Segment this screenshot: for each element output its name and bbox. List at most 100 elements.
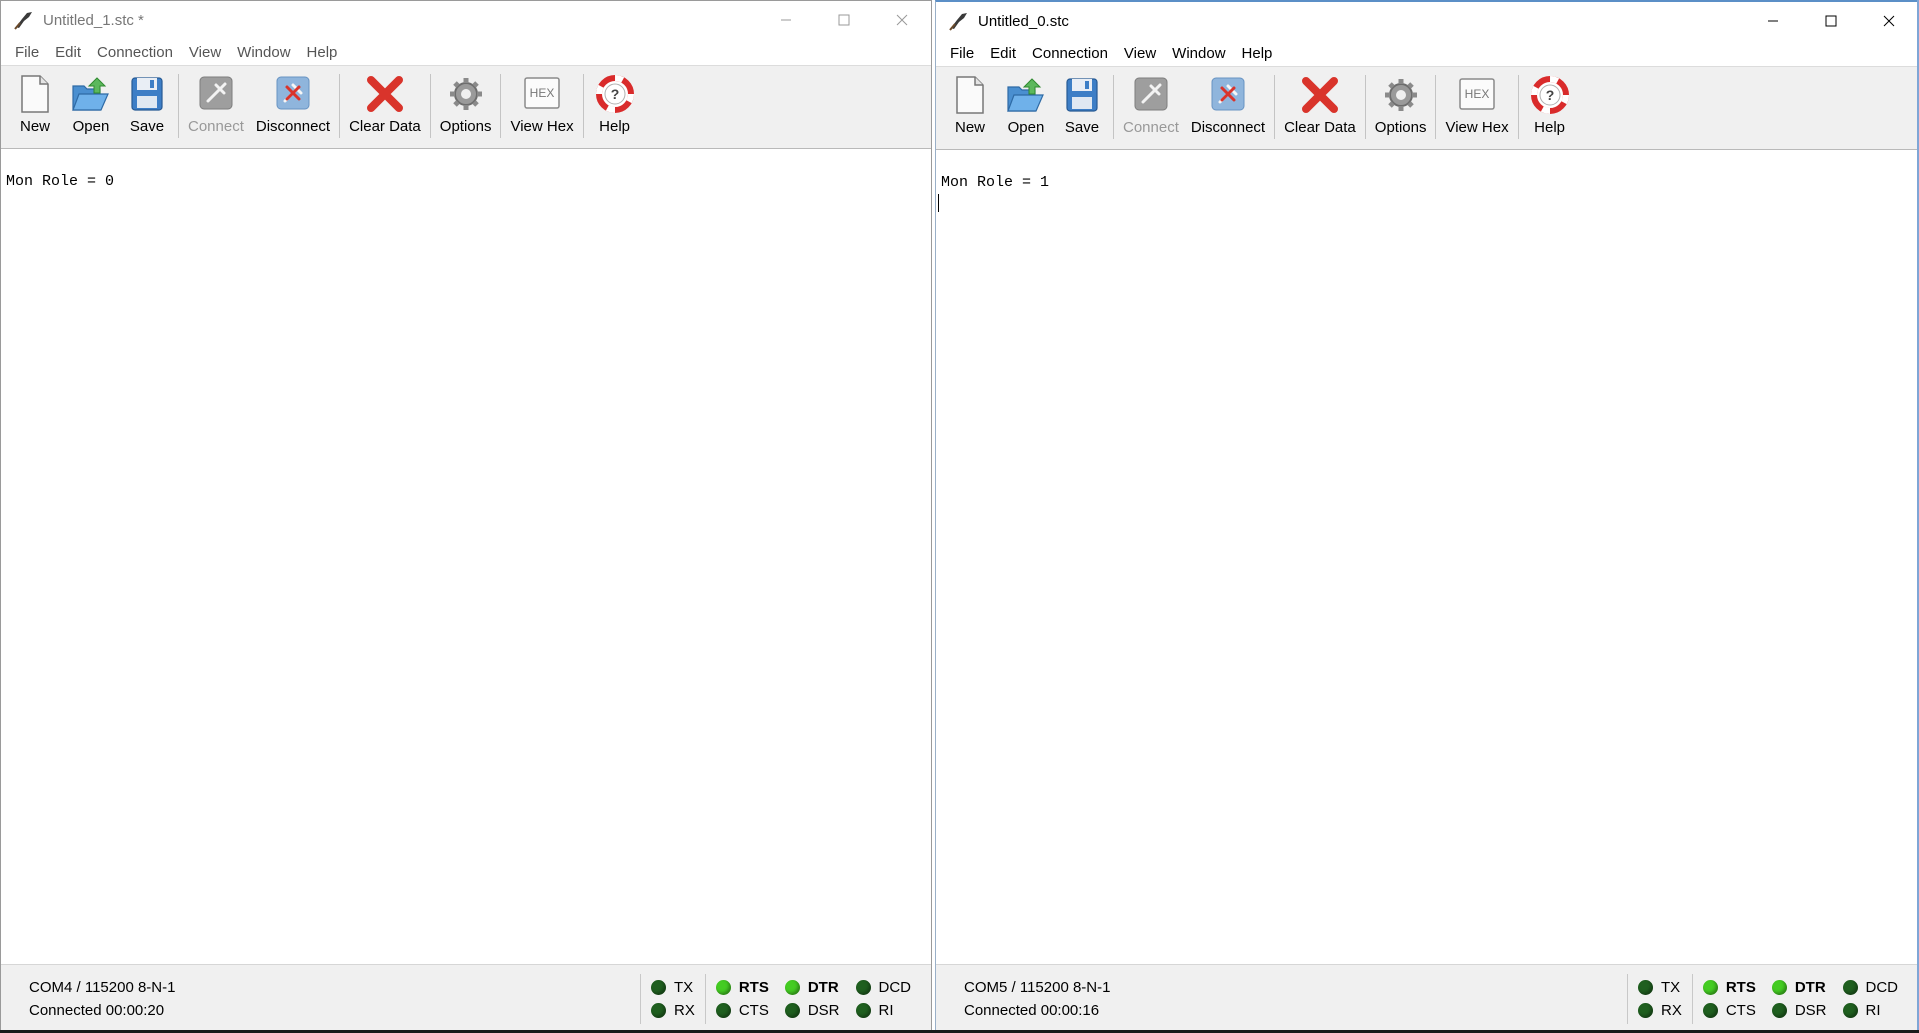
open-button[interactable]: Open [63,66,119,148]
menu-edit[interactable]: Edit [982,45,1024,62]
ri-led-icon [1842,1002,1858,1018]
minimize-icon [1768,20,1778,22]
toolbar-separator [178,74,179,138]
hex-icon-label: HEX [1465,87,1490,101]
toolbar-separator [1274,75,1276,139]
toolbar-separator [1435,75,1437,139]
title-bar[interactable]: Untitled_0.stc [936,2,1918,40]
options-button[interactable]: Options [1369,67,1433,149]
disconnect-button[interactable]: Disconnect [1185,67,1271,149]
connect-plug-icon [194,72,238,116]
save-disk-icon [125,72,169,116]
menu-connection[interactable]: Connection [89,44,181,61]
new-button[interactable]: New [942,67,998,149]
connection-time: Connected 00:00:20 [29,1001,165,1019]
menu-view[interactable]: View [181,44,229,61]
toolbar-button-label: Open [72,118,110,135]
ri-indicator: RI [855,1001,912,1019]
hex-icon-label: HEX [530,86,555,100]
minimize-button[interactable] [1744,2,1802,40]
connection-status: COM4 / 115200 8-N-1 Connected 00:00:20 [11,976,640,1022]
terminal-output: Mon Role = 1 [941,174,1050,191]
terminal-area[interactable]: Mon Role = 1 [936,150,1918,964]
rx-indicator: RX [1637,1001,1682,1019]
dsr-indicator: DSR [784,1001,840,1019]
dtr-indicator[interactable]: DTR [1771,978,1827,996]
menu-window[interactable]: Window [1164,45,1233,62]
close-icon [896,14,908,26]
terminal-window-0: Untitled_0.stc File Edit Connection View Win… [935,0,1919,1033]
menu-edit[interactable]: Edit [47,44,89,61]
menu-file[interactable]: File [7,44,47,61]
menu-file[interactable]: File [942,45,982,62]
rts-indicator[interactable]: RTS [715,978,769,996]
help-button[interactable]: ? Help [587,66,643,148]
title-bar[interactable]: Untitled_1.stc * [1,1,931,39]
terminal-window-1: Untitled_1.stc * File Edit Connection View W… [0,0,932,1033]
view-hex-button[interactable]: HEX View Hex [504,66,579,148]
toolbar-button-label: Clear Data [349,118,421,135]
dtr-led-icon [1771,979,1787,995]
new-button[interactable]: New [7,66,63,148]
toolbar-separator [1517,75,1519,139]
toolbar-button-label: Connect [188,118,244,135]
port-settings: COM4 / 115200 8-N-1 [29,978,176,996]
clear-data-button[interactable]: Clear Data [343,66,427,148]
rx-indicator: RX [650,1001,695,1019]
view-hex-button[interactable]: HEX View Hex [1439,67,1514,149]
menu-connection[interactable]: Connection [1024,45,1116,62]
toolbar-button-label: Disconnect [1190,119,1266,136]
menu-bar: File Edit Connection View Window Help [1,39,931,65]
toolbar-separator [1113,75,1114,139]
rts-indicator[interactable]: RTS [1702,978,1756,996]
maximize-button[interactable] [1802,2,1860,40]
menu-help[interactable]: Help [1234,45,1281,62]
options-button[interactable]: Options [434,66,498,148]
connection-time: Connected 00:00:16 [964,1001,1100,1019]
menu-help[interactable]: Help [299,44,346,61]
close-button[interactable] [873,1,931,39]
minimize-button[interactable] [757,1,815,39]
toolbar-button-label: View Hex [510,118,574,135]
terminal-area[interactable]: Mon Role = 0 [1,149,931,964]
line-indicators: RTS CTS DTR DSR DCD RI [1691,973,1908,1024]
save-button[interactable]: Save [119,66,175,148]
toolbar-separator [582,74,584,138]
toolbar-button-label: Save [129,118,165,135]
status-bar: COM5 / 115200 8-N-1 Connected 00:00:16 T… [936,964,1918,1032]
svg-text:?: ? [610,86,619,102]
open-folder-icon [1004,73,1048,117]
close-icon [1883,15,1895,27]
connect-button[interactable]: Connect [182,66,250,148]
menu-window[interactable]: Window [229,44,298,61]
dcd-indicator: DCD [1842,978,1898,996]
dtr-led-icon [784,979,800,995]
save-disk-icon [1060,73,1104,117]
dsr-led-icon [1771,1002,1787,1018]
disconnect-plug-icon [1206,73,1250,117]
toolbar: New Open Save Connect Disconnect Clear Data Op… [1,65,931,149]
disconnect-button[interactable]: Disconnect [250,66,336,148]
options-gear-icon [1379,73,1423,117]
toolbar-button-label: Open [1007,119,1045,136]
menu-view[interactable]: View [1116,45,1164,62]
maximize-icon [838,14,850,26]
save-button[interactable]: Save [1054,67,1110,149]
maximize-button[interactable] [815,1,873,39]
toolbar-button-label: Options [439,118,492,135]
dcd-led-icon [855,979,871,995]
tx-indicator: TX [650,978,695,996]
line-indicators: RTS CTS DTR DSR DCD RI [704,973,921,1024]
connect-button[interactable]: Connect [1117,67,1185,149]
tx-rx-indicators: TX RX [639,973,705,1024]
cts-led-icon [715,1002,731,1018]
toolbar-button-label: Help [1534,119,1565,136]
help-button[interactable]: ? Help [1522,67,1578,149]
open-button[interactable]: Open [998,67,1054,149]
toolbar-button-label: Save [1064,119,1100,136]
clear-data-button[interactable]: Clear Data [1278,67,1362,149]
help-lifebuoy-icon: ? [593,72,637,116]
dtr-indicator[interactable]: DTR [784,978,840,996]
close-button[interactable] [1860,2,1918,40]
connection-status: COM5 / 115200 8-N-1 Connected 00:00:16 [946,976,1627,1022]
